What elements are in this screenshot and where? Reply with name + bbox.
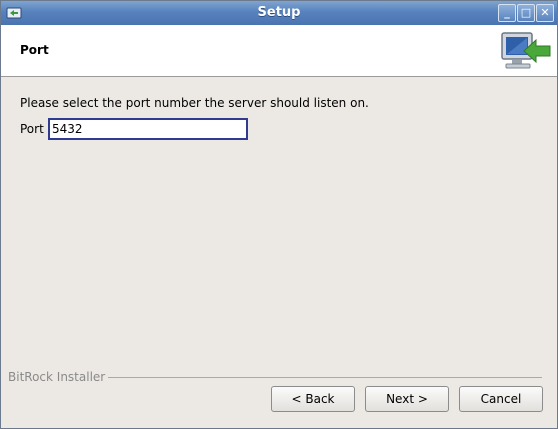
footer-divider	[108, 377, 542, 378]
port-label: Port	[20, 122, 44, 136]
page-title: Port	[20, 43, 49, 57]
setup-window: Setup _ □ ✕ Port Please select the port …	[0, 0, 558, 429]
back-button[interactable]: < Back	[271, 386, 355, 412]
maximize-icon[interactable]: □	[517, 4, 535, 22]
cancel-button[interactable]: Cancel	[459, 386, 543, 412]
port-input[interactable]	[48, 118, 248, 140]
page-header: Port	[1, 25, 557, 77]
minimize-icon[interactable]: _	[498, 4, 516, 22]
title-bar[interactable]: Setup _ □ ✕	[1, 1, 557, 25]
window-title: Setup	[257, 5, 301, 20]
installer-brand: BitRock Installer	[8, 370, 106, 384]
close-icon[interactable]: ✕	[536, 4, 554, 22]
port-prompt: Please select the port number the server…	[20, 96, 369, 110]
installer-computer-icon	[501, 32, 551, 69]
next-button[interactable]: Next >	[365, 386, 449, 412]
